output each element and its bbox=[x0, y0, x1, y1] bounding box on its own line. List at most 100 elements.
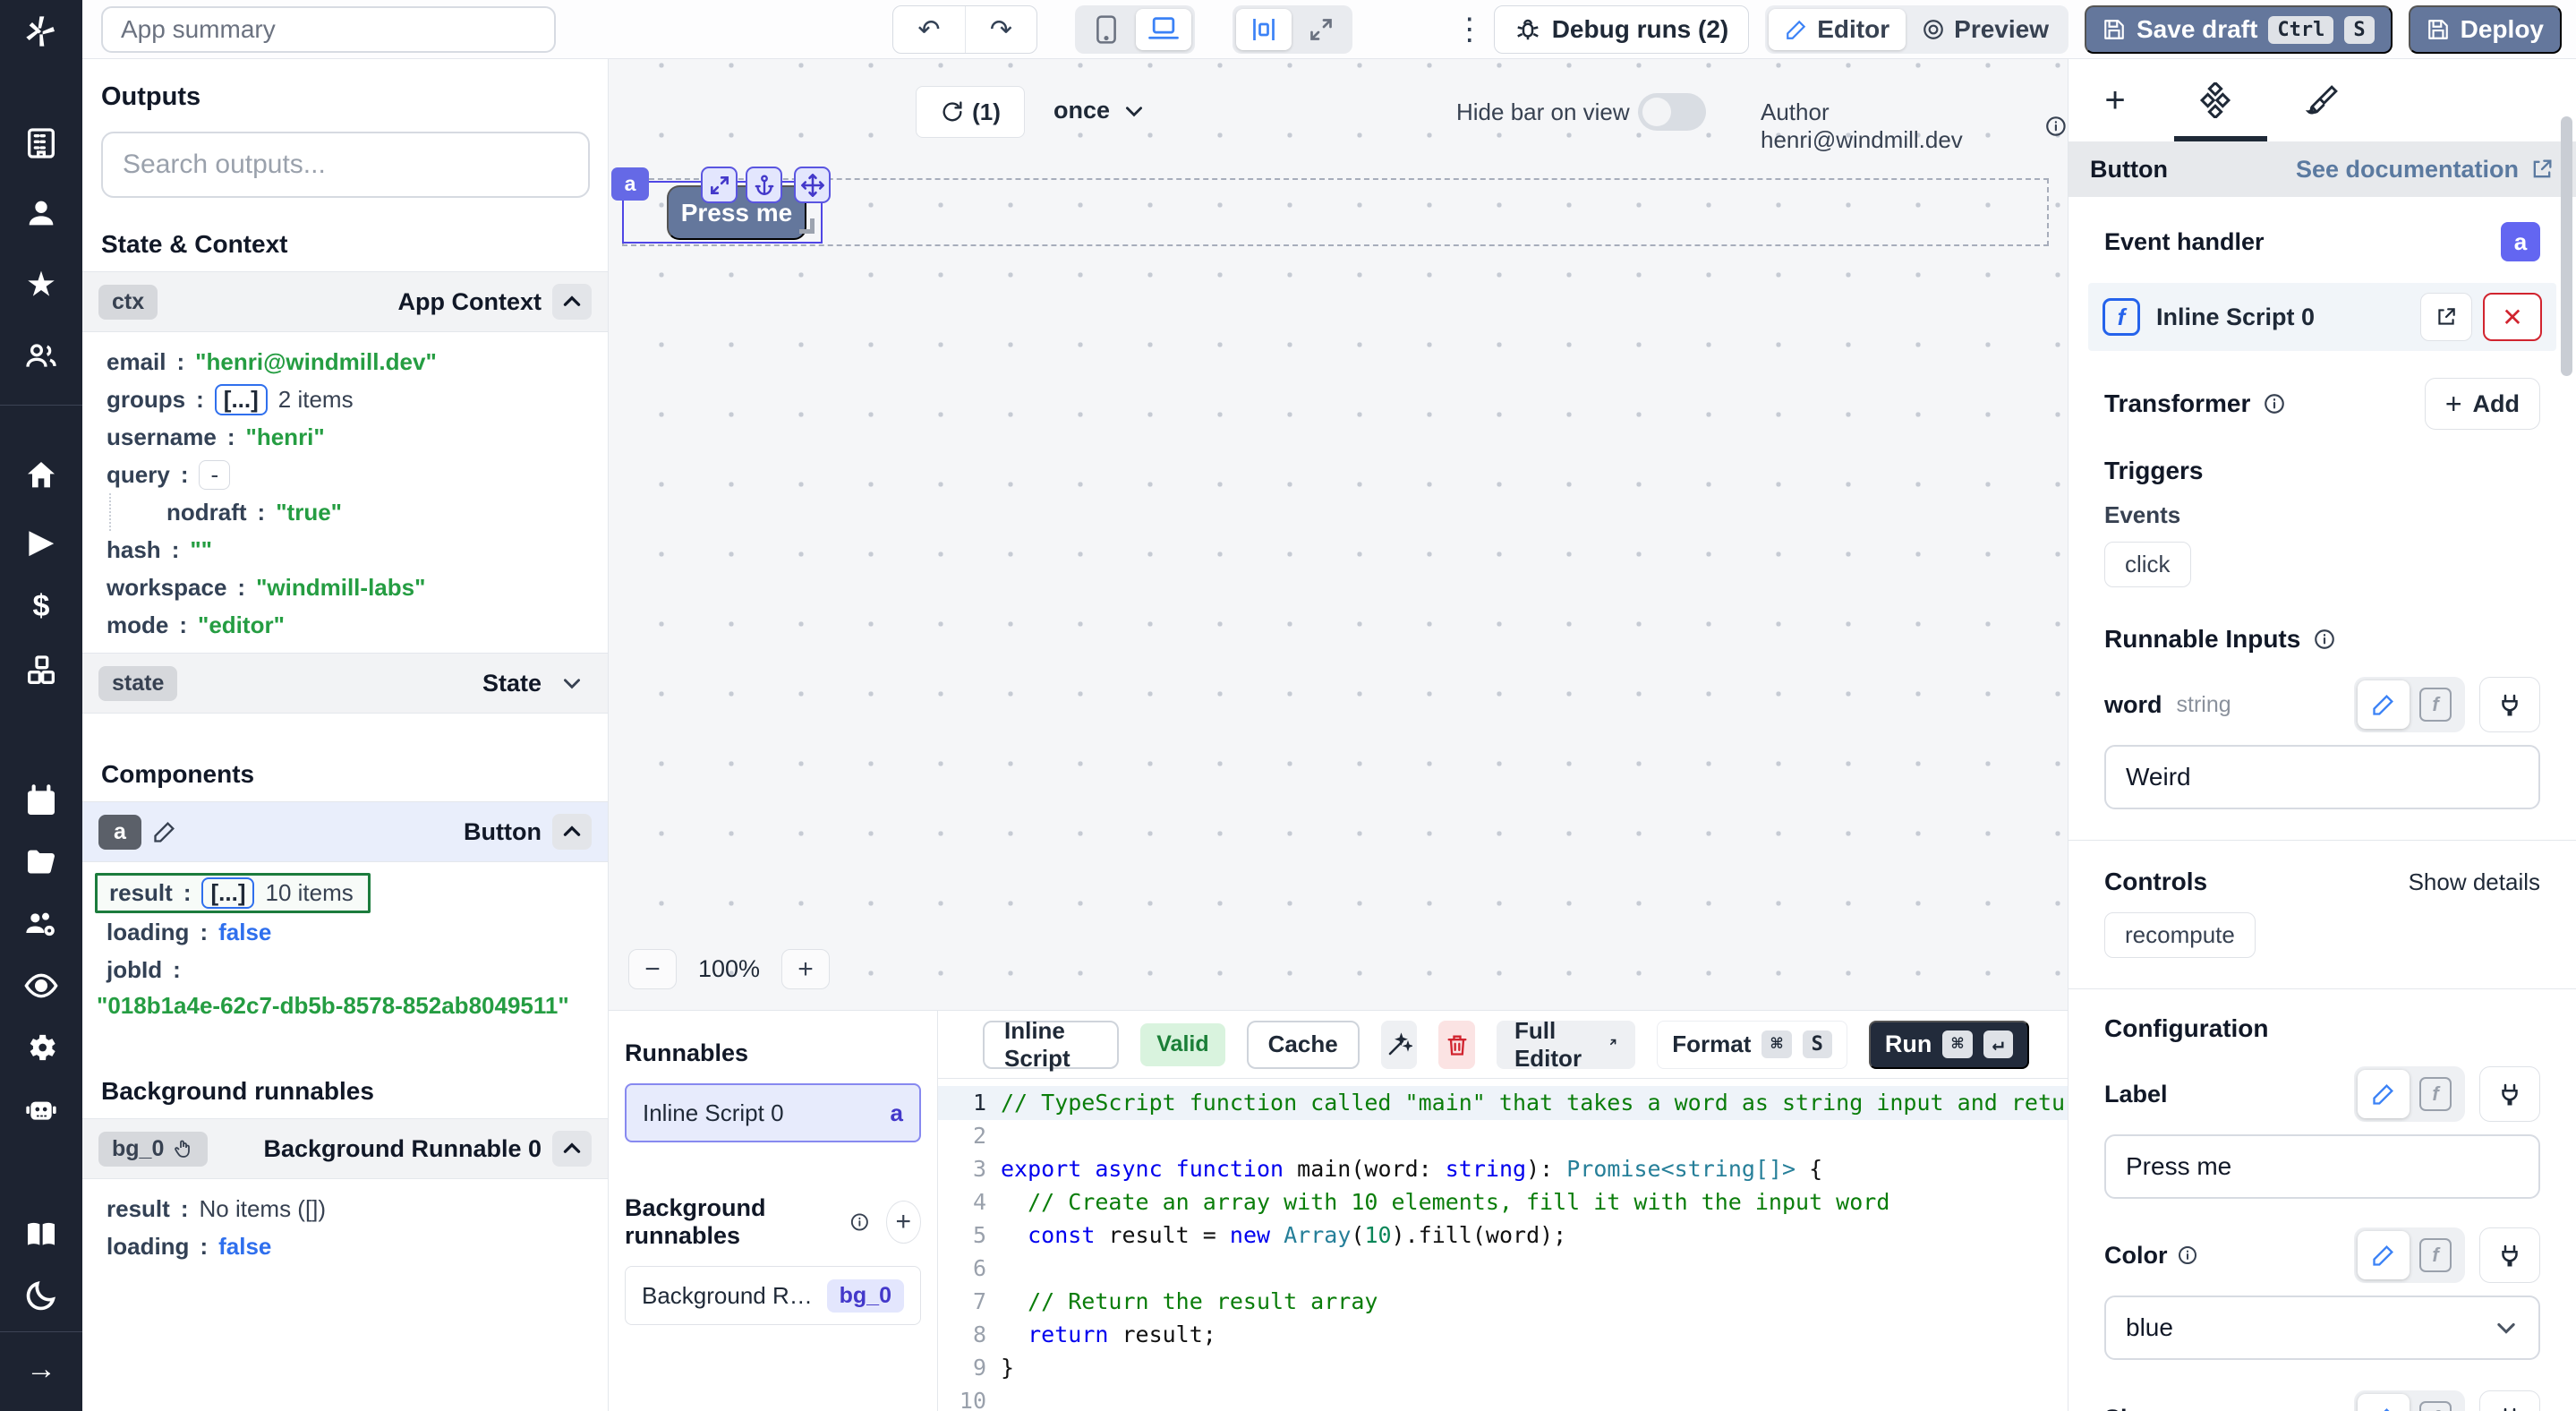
show-details-link[interactable]: Show details bbox=[2409, 868, 2540, 896]
save-draft-button[interactable]: Save draft Ctrl S bbox=[2085, 5, 2393, 54]
event-script-row[interactable]: f Inline Script 0 ✕ bbox=[2088, 283, 2556, 351]
bg0-collapse-chevron-up-icon[interactable] bbox=[552, 1131, 592, 1167]
bg0-badge: bg_0 bbox=[827, 1279, 904, 1313]
info-icon[interactable] bbox=[849, 1210, 870, 1235]
robot-ai-icon[interactable] bbox=[21, 1089, 62, 1130]
remove-script-button[interactable]: ✕ bbox=[2483, 293, 2542, 341]
home-icon[interactable] bbox=[21, 455, 62, 496]
click-event-pill[interactable]: click bbox=[2104, 542, 2191, 587]
expand-rail-arrow-icon[interactable]: → bbox=[21, 1348, 62, 1390]
color-select[interactable]: blue bbox=[2104, 1296, 2540, 1360]
bg0-section-header[interactable]: bg_0 Background Runnable 0 bbox=[82, 1118, 608, 1179]
windmill-logo[interactable] bbox=[21, 11, 62, 52]
redo-icon[interactable]: ↷ bbox=[965, 6, 1036, 53]
info-icon[interactable] bbox=[2263, 392, 2286, 415]
app-canvas[interactable]: (1) once Hide bar on view Author henri@w… bbox=[609, 59, 2068, 1010]
static-pencil-mode[interactable] bbox=[2358, 680, 2410, 729]
button-collapse-chevron-up-icon[interactable] bbox=[552, 814, 592, 850]
workspace-icon[interactable] bbox=[21, 123, 62, 164]
code-editor[interactable]: 12345678910 // TypeScript function calle… bbox=[938, 1079, 2070, 1411]
tab-styling[interactable] bbox=[2269, 59, 2376, 141]
state-collapse-chevron-down-icon[interactable] bbox=[552, 665, 592, 701]
user-icon[interactable] bbox=[21, 192, 62, 234]
button-component-header[interactable]: a Button bbox=[82, 801, 608, 862]
expand-array-chip[interactable]: [...] bbox=[215, 384, 268, 415]
frequency-dropdown[interactable]: once bbox=[1053, 97, 1146, 124]
refresh-count-button[interactable]: (1) bbox=[916, 86, 1025, 138]
plug-icon bbox=[2496, 1405, 2523, 1411]
add-bg-runnable-button[interactable]: + bbox=[886, 1201, 921, 1244]
ctx-section-header[interactable]: ctx App Context bbox=[82, 271, 608, 332]
folders-icon[interactable] bbox=[21, 842, 62, 883]
zoom-in-button[interactable]: + bbox=[781, 949, 830, 989]
fullscreen-icon[interactable] bbox=[1293, 9, 1349, 50]
expand-array-chip[interactable]: [...] bbox=[201, 877, 254, 909]
output-row-query: query:- bbox=[82, 456, 608, 493]
dark-mode-moon-icon[interactable] bbox=[21, 1275, 62, 1316]
add-transformer-button[interactable]: +Add bbox=[2425, 378, 2540, 430]
center-align-icon[interactable] bbox=[1236, 9, 1292, 50]
expression-mode[interactable]: f bbox=[2410, 1394, 2461, 1411]
cache-button[interactable]: Cache bbox=[1247, 1021, 1360, 1069]
ctx-collapse-chevron-up-icon[interactable] bbox=[552, 284, 592, 320]
inspector-scrollbar[interactable] bbox=[2561, 116, 2572, 376]
static-pencil-mode[interactable] bbox=[2358, 1070, 2410, 1118]
move-handle[interactable] bbox=[794, 167, 831, 203]
info-icon[interactable] bbox=[2313, 628, 2336, 651]
delete-script-button[interactable] bbox=[1438, 1021, 1475, 1069]
recompute-pill[interactable]: recompute bbox=[2104, 912, 2256, 958]
gear-icon[interactable] bbox=[21, 1027, 62, 1068]
tab-editor[interactable]: Editor bbox=[1769, 9, 1906, 50]
ai-wand-button[interactable] bbox=[1381, 1021, 1418, 1069]
word-value-input[interactable] bbox=[2104, 745, 2540, 809]
inline-script-pill[interactable]: Inline Script bbox=[983, 1021, 1119, 1069]
eye-icon[interactable] bbox=[21, 965, 62, 1006]
variables-dollar-icon[interactable]: $ bbox=[21, 586, 62, 627]
see-documentation-link[interactable]: See documentation bbox=[2296, 156, 2555, 184]
resize-corner-handle[interactable] bbox=[799, 218, 815, 234]
run-button[interactable]: Run ⌘ ↵ bbox=[1869, 1021, 2029, 1069]
kebab-menu-icon[interactable]: ⋮ bbox=[1454, 12, 1478, 47]
runs-play-icon[interactable]: ▶ bbox=[21, 521, 62, 562]
desktop-icon[interactable] bbox=[1136, 9, 1191, 50]
label-value-input[interactable] bbox=[2104, 1134, 2540, 1199]
debug-runs-button[interactable]: Debug runs (2) bbox=[1494, 5, 1750, 54]
expression-mode[interactable]: f bbox=[2410, 680, 2461, 729]
runnable-item-bg0[interactable]: Background Runna... bg_0 bbox=[625, 1266, 921, 1325]
undo-icon[interactable]: ↶ bbox=[893, 6, 965, 53]
expression-mode[interactable]: f bbox=[2410, 1070, 2461, 1118]
connect-plug-button[interactable] bbox=[2479, 677, 2540, 732]
docs-book-icon[interactable] bbox=[21, 1214, 62, 1255]
static-pencil-mode[interactable] bbox=[2358, 1394, 2410, 1411]
zoom-out-button[interactable]: − bbox=[628, 949, 677, 989]
format-button[interactable]: Format ⌘ S bbox=[1657, 1021, 1847, 1069]
resources-cubes-icon[interactable] bbox=[21, 650, 62, 691]
info-icon[interactable] bbox=[2177, 1244, 2198, 1266]
connect-plug-button[interactable] bbox=[2479, 1066, 2540, 1122]
button-output-rows: result:[...]10 itemsloading:falsejobId:"… bbox=[82, 862, 608, 1036]
state-section-header[interactable]: state State bbox=[82, 653, 608, 714]
tab-preview[interactable]: Preview bbox=[1906, 9, 2065, 50]
rename-pencil-icon[interactable] bbox=[152, 819, 177, 844]
groups-settings-icon[interactable] bbox=[21, 903, 62, 945]
tab-insert-component[interactable]: + bbox=[2068, 59, 2162, 141]
expression-mode[interactable]: f bbox=[2410, 1231, 2461, 1279]
expand-handle[interactable] bbox=[701, 167, 738, 203]
schedules-calendar-icon[interactable] bbox=[21, 781, 62, 822]
open-script-button[interactable] bbox=[2420, 293, 2472, 341]
tab-component-settings[interactable] bbox=[2162, 59, 2269, 141]
search-outputs-input[interactable] bbox=[101, 132, 590, 198]
anchor-handle[interactable] bbox=[746, 167, 782, 203]
users-icon[interactable] bbox=[21, 336, 62, 377]
runnable-item-inline-script[interactable]: Inline Script 0 a bbox=[625, 1083, 921, 1142]
star-icon[interactable]: ★ bbox=[21, 264, 62, 305]
mobile-icon[interactable] bbox=[1079, 9, 1134, 50]
full-editor-button[interactable]: Full Editor bbox=[1497, 1021, 1635, 1069]
hide-bar-toggle[interactable] bbox=[1638, 93, 1706, 131]
static-pencil-mode[interactable] bbox=[2358, 1231, 2410, 1279]
connect-plug-button[interactable] bbox=[2479, 1227, 2540, 1283]
app-summary-input[interactable] bbox=[101, 6, 556, 53]
deploy-button[interactable]: Deploy bbox=[2409, 5, 2562, 54]
connect-plug-button[interactable] bbox=[2479, 1390, 2540, 1411]
info-icon[interactable] bbox=[2044, 115, 2068, 138]
